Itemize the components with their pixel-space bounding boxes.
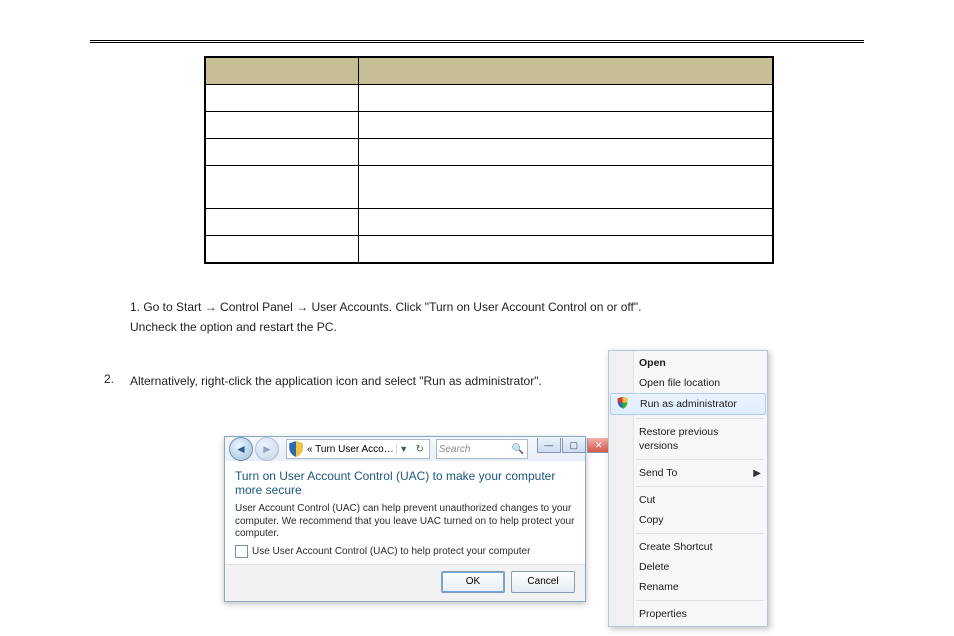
table-row bbox=[205, 236, 773, 264]
breadcrumb-text: « Turn User Acco… bbox=[305, 444, 396, 455]
header-rule bbox=[90, 40, 864, 43]
text: User Accounts. Click "Turn on User Accou… bbox=[311, 300, 641, 314]
spec-table bbox=[204, 56, 774, 264]
menu-item-send-to[interactable]: Send To ▶ bbox=[609, 463, 767, 483]
table-row bbox=[205, 139, 773, 166]
table-row bbox=[205, 85, 773, 112]
search-input[interactable]: Search 🔍 bbox=[436, 439, 528, 459]
menu-item-label: Send To bbox=[639, 467, 677, 479]
menu-item-run-as-admin[interactable]: Run as administrator bbox=[610, 393, 766, 415]
arrow-right-icon: → bbox=[296, 300, 308, 314]
shield-icon bbox=[616, 396, 629, 409]
menu-item-delete[interactable]: Delete bbox=[609, 557, 767, 577]
search-placeholder: Search bbox=[437, 444, 509, 455]
menu-item-create-shortcut[interactable]: Create Shortcut bbox=[609, 537, 767, 557]
dialog-description: User Account Control (UAC) can help prev… bbox=[235, 503, 575, 541]
nav-forward-button[interactable]: ► bbox=[255, 437, 279, 461]
instruction-line: Alternatively, right-click the applicati… bbox=[130, 372, 542, 390]
table-row bbox=[205, 209, 773, 236]
uac-checkbox-row[interactable]: Use User Account Control (UAC) to help p… bbox=[235, 545, 575, 558]
menu-item-properties[interactable]: Properties bbox=[609, 604, 767, 624]
menu-item-cut[interactable]: Cut bbox=[609, 490, 767, 510]
dialog-button-row: OK Cancel bbox=[225, 564, 585, 601]
chevron-down-icon[interactable]: ▼ bbox=[396, 444, 411, 454]
breadcrumb[interactable]: « Turn User Acco… ▼ ↻ bbox=[286, 439, 430, 459]
menu-separator bbox=[636, 418, 764, 419]
window-controls: — ▢ ✕ bbox=[531, 437, 613, 461]
cancel-button[interactable]: Cancel bbox=[511, 571, 575, 593]
minimize-button[interactable]: — bbox=[537, 438, 561, 453]
dialog-body: Turn on User Account Control (UAC) to ma… bbox=[225, 461, 585, 564]
instruction-line: Uncheck the option and restart the PC. bbox=[130, 318, 337, 336]
menu-item-open[interactable]: Open bbox=[609, 353, 767, 373]
window-chrome: ◄ ► « Turn User Acco… ▼ ↻ Search 🔍 — ▢ ✕ bbox=[225, 437, 585, 461]
nav-back-button[interactable]: ◄ bbox=[229, 437, 253, 461]
checkbox-label: Use User Account Control (UAC) to help p… bbox=[252, 546, 530, 557]
text: Control Panel bbox=[220, 300, 296, 314]
arrow-right-icon: → bbox=[205, 300, 217, 314]
ok-button[interactable]: OK bbox=[441, 571, 505, 593]
table-row bbox=[205, 112, 773, 139]
table-row bbox=[205, 166, 773, 209]
refresh-icon[interactable]: ↻ bbox=[411, 444, 429, 455]
checkbox[interactable] bbox=[235, 545, 248, 558]
submenu-arrow-icon: ▶ bbox=[753, 467, 761, 481]
context-menu: Open Open file location Run as administr… bbox=[608, 350, 768, 627]
menu-item-label: Run as administrator bbox=[640, 398, 737, 410]
nav-buttons: ◄ ► bbox=[225, 437, 283, 461]
menu-item-rename[interactable]: Rename bbox=[609, 577, 767, 597]
uac-dialog: ◄ ► « Turn User Acco… ▼ ↻ Search 🔍 — ▢ ✕ bbox=[224, 436, 586, 602]
text: 1. Go to Start bbox=[130, 300, 205, 314]
list-number: 2. bbox=[104, 372, 114, 386]
table-header-cell bbox=[359, 57, 774, 85]
table-header-row bbox=[205, 57, 773, 85]
menu-separator bbox=[636, 459, 764, 460]
menu-separator bbox=[636, 486, 764, 487]
table-header-cell bbox=[205, 57, 359, 85]
menu-separator bbox=[636, 533, 764, 534]
maximize-button[interactable]: ▢ bbox=[562, 438, 586, 453]
dialog-heading: Turn on User Account Control (UAC) to ma… bbox=[235, 469, 575, 497]
instruction-line: 1. Go to Start → Control Panel → User Ac… bbox=[130, 298, 854, 316]
shield-icon bbox=[287, 440, 305, 458]
search-icon: 🔍 bbox=[509, 444, 527, 455]
menu-item-copy[interactable]: Copy bbox=[609, 510, 767, 530]
menu-separator bbox=[636, 600, 764, 601]
document-page: 1. Go to Start → Control Panel → User Ac… bbox=[0, 0, 954, 636]
menu-item-open-location[interactable]: Open file location bbox=[609, 373, 767, 393]
menu-item-restore-versions[interactable]: Restore previous versions bbox=[609, 422, 767, 456]
